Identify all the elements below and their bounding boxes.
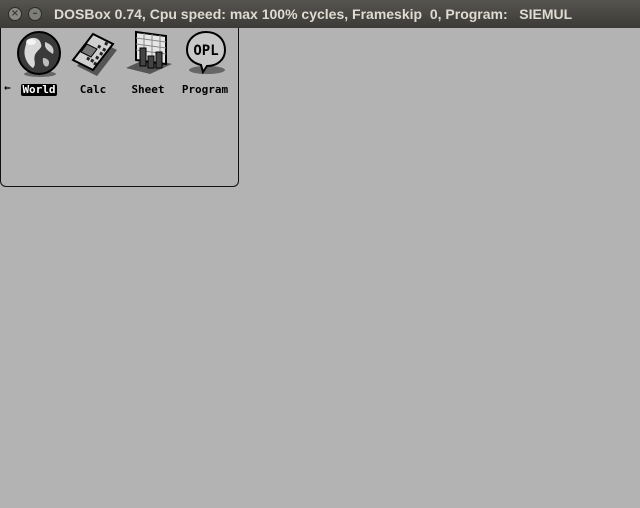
app-sheet[interactable]: Sheet: [120, 28, 176, 97]
app-calc[interactable]: Calc: [65, 28, 121, 97]
calculator-icon: [71, 32, 117, 76]
emulator-screen[interactable]: ← World Calc Sheet OPL Program: [0, 28, 640, 508]
app-label: World: [21, 83, 57, 96]
app-label: Calc: [79, 83, 107, 96]
svg-text:OPL: OPL: [193, 43, 218, 59]
app-program[interactable]: OPL Program: [177, 28, 233, 97]
selection-arrow-icon: ←: [4, 81, 11, 94]
globe-icon: [17, 31, 61, 77]
window-title: DOSBox 0.74, Cpu speed: max 100% cycles,…: [54, 6, 573, 22]
app-label: Program: [181, 83, 229, 96]
opl-icon: OPL: [185, 30, 227, 75]
app-launcher-panel: ← World Calc Sheet OPL Program: [0, 28, 239, 187]
title-bar: × – DOSBox 0.74, Cpu speed: max 100% cyc…: [0, 0, 640, 28]
spreadsheet-icon: [126, 30, 172, 74]
app-label: Sheet: [131, 83, 165, 96]
minimize-button[interactable]: –: [28, 7, 42, 21]
app-world[interactable]: World: [11, 28, 67, 97]
close-button[interactable]: ×: [8, 7, 22, 21]
